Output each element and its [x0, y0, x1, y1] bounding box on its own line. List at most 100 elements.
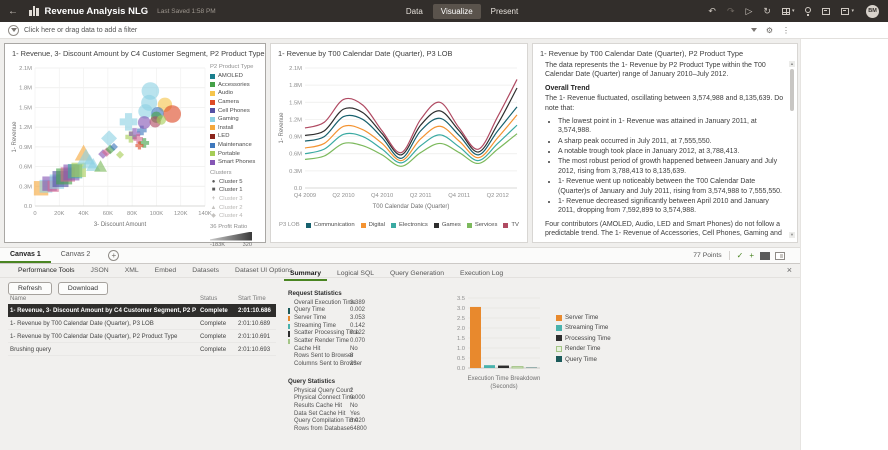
mode-tab-visualize[interactable]: Visualize	[433, 4, 481, 19]
legend-item-amoled[interactable]: AMOLED	[210, 72, 263, 81]
legend-item-smart-phones[interactable]: Smart Phones	[210, 158, 263, 167]
detail-tab-execution-log[interactable]: Execution Log	[454, 267, 509, 281]
quality-check-icon[interactable]: ✓	[737, 252, 744, 260]
svg-text:0.9M: 0.9M	[289, 135, 302, 141]
legend-item-electronics[interactable]: Electronics	[391, 221, 428, 230]
canvas-tab-canvas-1[interactable]: Canvas 1	[0, 248, 51, 263]
user-avatar[interactable]: BM	[866, 5, 879, 18]
scatter-viz-panel[interactable]: 1- Revenue, 3- Discount Amount by C4 Cus…	[4, 43, 266, 243]
exec-bar-processing-time[interactable]	[498, 366, 509, 368]
legend-item-portable[interactable]: Portable	[210, 149, 263, 158]
legend-item-accessories[interactable]: Accessories	[210, 81, 263, 90]
detail-tab-logical-sql[interactable]: Logical SQL	[331, 267, 380, 281]
back-button[interactable]: ←	[0, 0, 26, 22]
dock-tab-embed[interactable]: Embed	[155, 267, 177, 274]
exec-bar-streaming-time[interactable]	[484, 365, 495, 368]
scroll-up-icon[interactable]: ▲	[789, 61, 795, 67]
notes-icon[interactable]	[822, 8, 830, 15]
exec-legend-server-time[interactable]: Server Time	[556, 314, 611, 321]
legend-label: Accessories	[218, 82, 250, 88]
legend-item-tv[interactable]: TV	[503, 221, 519, 230]
legend-item-led[interactable]: LED	[210, 132, 263, 141]
dock-tab-datasets[interactable]: Datasets	[192, 267, 219, 274]
stat-row: Scatter Render Time0.070	[288, 338, 448, 346]
line-chart[interactable]: 0.00.3M0.6M0.9M1.2M1.5M1.8M2.1MQ4 2009Q2…	[275, 60, 525, 218]
legend-swatch	[434, 223, 439, 228]
query-table-row[interactable]: Brushing queryComplete2:01:10.693	[8, 343, 276, 356]
legend-item-digital[interactable]: Digital	[361, 221, 385, 230]
nlg-body: The data represents the 1- Revenue by P2…	[541, 61, 784, 239]
dock-tab-json[interactable]: JSON	[91, 267, 109, 274]
query-table-row[interactable]: 1- Revenue, 3- Discount Amount by C4 Cus…	[8, 304, 276, 317]
stat-row: Columns Sent to Browser23	[288, 361, 448, 369]
legend-item-install[interactable]: Install	[210, 124, 263, 133]
svg-text:Q2 2011: Q2 2011	[410, 193, 432, 199]
cluster-item-cluster-2[interactable]: ▲Cluster 2	[210, 203, 263, 212]
legend-item-games[interactable]: Games	[434, 221, 461, 230]
dock-tab-xml[interactable]: XML	[125, 267, 139, 274]
legend-item-services[interactable]: Services	[467, 221, 498, 230]
scatter-point[interactable]	[116, 151, 124, 159]
svg-text:1.5M: 1.5M	[289, 100, 302, 106]
legend-label: Processing Time	[565, 335, 611, 342]
exec-legend-processing-time[interactable]: Processing Time	[556, 335, 611, 342]
layout-outline-icon[interactable]	[775, 252, 785, 260]
nlg-text-panel[interactable]: 1- Revenue by T00 Calendar Date (Quarter…	[532, 43, 798, 243]
mode-tab-present[interactable]: Present	[483, 4, 527, 19]
undo-icon[interactable]: ↶	[708, 7, 716, 16]
legend-label: Cell Phones	[218, 108, 250, 114]
redo-icon[interactable]: ↷	[727, 7, 735, 16]
exec-legend-streaming-time[interactable]: Streaming Time	[556, 324, 611, 331]
scatter-point[interactable]	[156, 115, 166, 125]
cluster-item-cluster-3[interactable]: +Cluster 3	[210, 195, 263, 204]
line-series-games[interactable]	[305, 88, 517, 155]
legend-item-cell-phones[interactable]: Cell Phones	[210, 106, 263, 115]
svg-text:0.0: 0.0	[294, 186, 302, 192]
detail-tab-query-generation[interactable]: Query Generation	[384, 267, 450, 281]
exec-bar-server-time[interactable]	[470, 307, 481, 368]
legend-item-audio[interactable]: Audio	[210, 89, 263, 98]
gear-icon[interactable]: ⚙	[766, 26, 773, 35]
preview-icon[interactable]: ▷	[746, 7, 753, 16]
nlg-scrollbar[interactable]: ▲ ▼	[789, 61, 795, 238]
menu-ellipsis-icon[interactable]: ⋮	[782, 26, 790, 35]
scatter-point[interactable]	[138, 116, 151, 129]
auto-insights-icon[interactable]	[805, 7, 811, 15]
exec-bar-render-time[interactable]	[512, 367, 523, 368]
scatter-point[interactable]	[120, 113, 138, 131]
scatter-chart[interactable]: 0.00.3M0.6M0.9M1.2M1.5M1.8M2.1M020K40K60…	[9, 60, 213, 240]
canvas-layout-icon[interactable]: ▾	[782, 8, 795, 15]
cluster-item-cluster-5[interactable]: ●Cluster 5	[210, 178, 263, 187]
add-canvas-button[interactable]: +	[108, 250, 119, 261]
svg-text:2.5: 2.5	[457, 316, 465, 322]
exec-legend-query-time[interactable]: Query Time	[556, 356, 611, 363]
filter-options-icon[interactable]	[751, 28, 757, 32]
stat-color-tick	[288, 347, 290, 353]
legend-item-communication[interactable]: Communication	[306, 221, 355, 230]
legend-item-camera[interactable]: Camera	[210, 98, 263, 107]
cluster-item-cluster-1[interactable]: ■Cluster 1	[210, 186, 263, 195]
refresh-data-icon[interactable]: ↻	[763, 7, 771, 16]
dock-tab-performance-tools[interactable]: Performance Tools	[18, 267, 75, 274]
mode-tab-data[interactable]: Data	[398, 4, 431, 19]
filter-bar[interactable]: Click here or drag data to add a filter …	[0, 22, 888, 39]
query-table-row[interactable]: 1- Revenue by T00 Calendar Date (Quarter…	[8, 330, 276, 343]
query-table-row[interactable]: 1- Revenue by T00 Calendar Date (Quarter…	[8, 317, 276, 330]
close-dock-icon[interactable]: ×	[787, 265, 792, 275]
legend-item-gaming[interactable]: Gaming	[210, 115, 263, 124]
canvas-tab-canvas-2[interactable]: Canvas 2	[51, 248, 101, 263]
line-viz-panel[interactable]: 1- Revenue by T00 Calendar Date (Quarter…	[270, 43, 528, 243]
legend-item-maintenance[interactable]: Maintenance	[210, 141, 263, 150]
cluster-item-cluster-4[interactable]: ◆Cluster 4	[210, 212, 263, 221]
exec-legend-render-time[interactable]: Render Time	[556, 345, 611, 352]
export-icon[interactable]: ▾	[841, 8, 854, 15]
line-title: 1- Revenue by T00 Calendar Date (Quarter…	[271, 44, 527, 59]
stat-color-tick	[288, 396, 290, 402]
layout-filled-icon[interactable]	[760, 252, 770, 260]
add-insight-icon[interactable]: +	[749, 252, 754, 260]
scroll-thumb[interactable]	[790, 69, 794, 111]
svg-text:1.8M: 1.8M	[19, 86, 32, 92]
detail-tab-summary[interactable]: Summary	[284, 267, 327, 281]
scroll-down-icon[interactable]: ▼	[789, 232, 795, 238]
right-rail	[800, 39, 888, 450]
